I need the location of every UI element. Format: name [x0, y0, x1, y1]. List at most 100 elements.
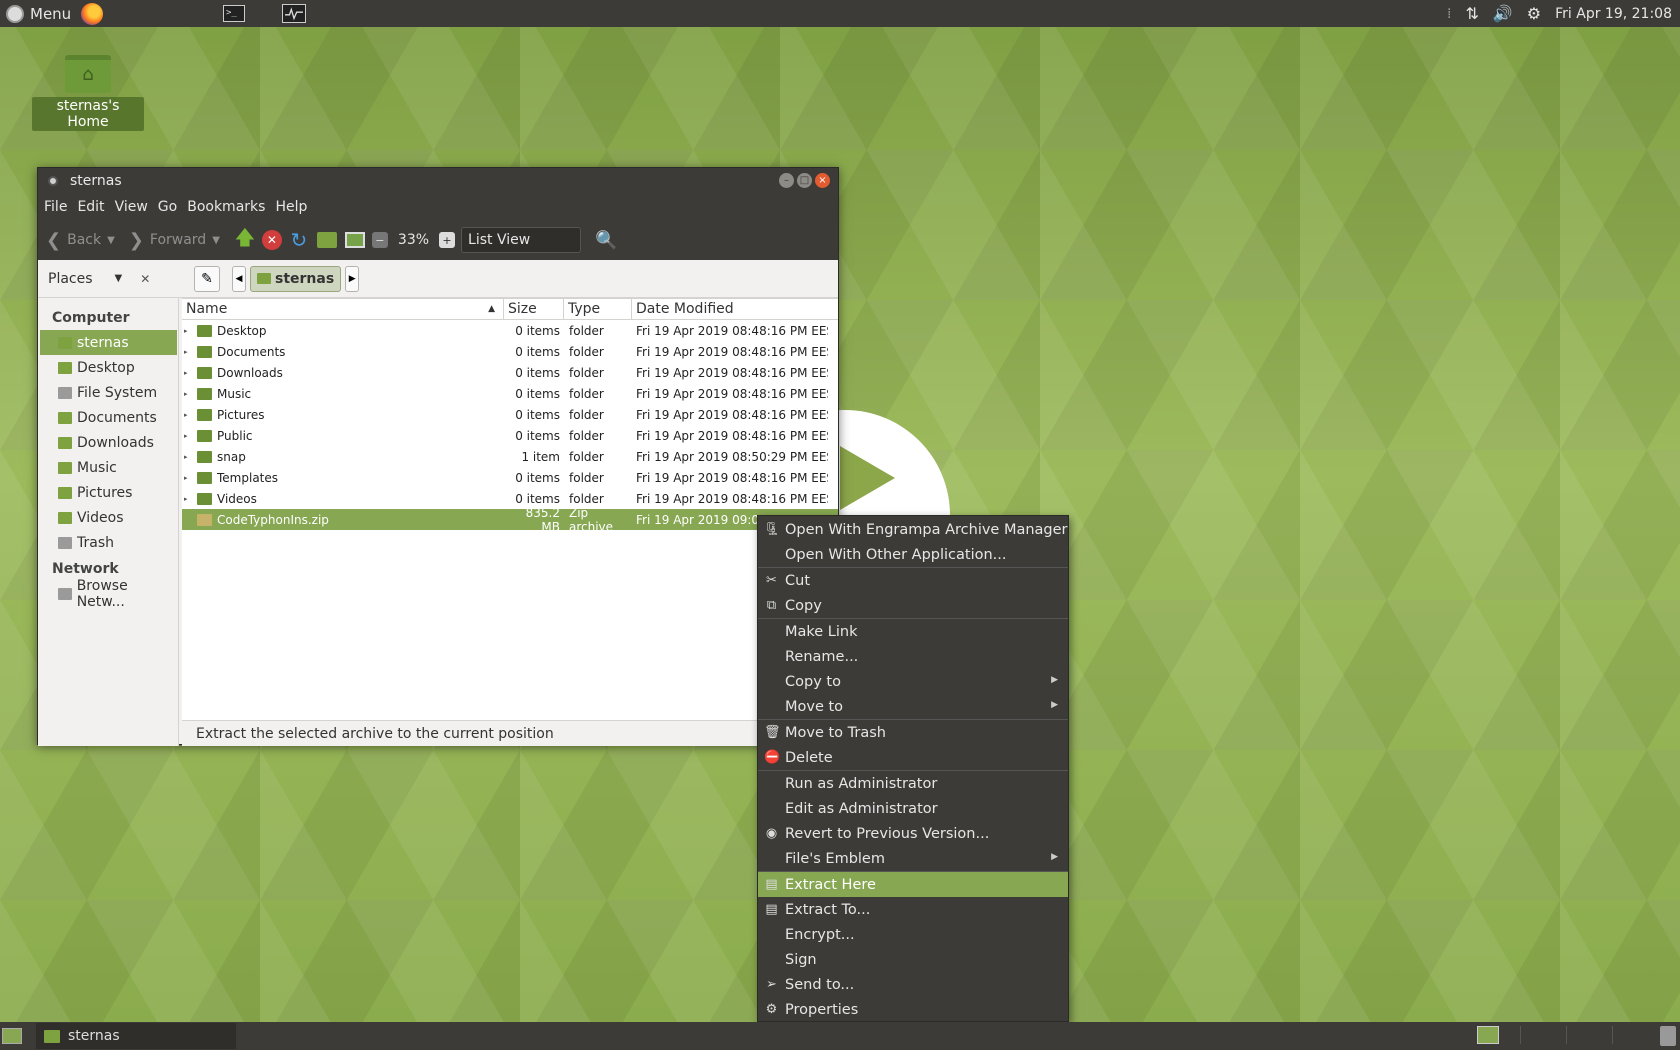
maximize-button[interactable]: □ [797, 173, 812, 188]
file-date: Fri 19 Apr 2019 08:48:16 PM EEST [636, 323, 828, 338]
computer-button[interactable] [344, 229, 366, 251]
context-menu-item-extract-here[interactable]: ▤ Extract Here [758, 872, 1068, 897]
sidebar-item-documents[interactable]: Documents [38, 405, 178, 430]
expander-icon[interactable]: ▸ [184, 453, 192, 461]
context-menu-item-delete[interactable]: ⛔ Delete [758, 745, 1068, 770]
sidebar-item-filesystem[interactable]: File System [38, 380, 178, 405]
context-menu-item-open-with-engrampa-archive-manager[interactable]: 🗜 Open With Engrampa Archive Manager [758, 517, 1068, 542]
menu-bookmarks[interactable]: Bookmarks [187, 199, 273, 215]
context-menu-item-rename[interactable]: Rename... [758, 644, 1068, 669]
zoom-out-icon[interactable]: − [371, 232, 388, 248]
table-row[interactable]: ▸ snap 1 item folder Fri 19 Apr 2019 08:50:2… [182, 446, 838, 467]
expander-icon[interactable]: ▸ [184, 390, 192, 398]
menu-edit[interactable]: Edit [77, 199, 112, 215]
edit-location-button[interactable]: ✎ [194, 265, 220, 292]
view-mode-select[interactable]: List View [461, 227, 582, 253]
context-menu-item-open-with-other-application[interactable]: Open With Other Application... [758, 542, 1068, 567]
context-menu-item-make-link[interactable]: Make Link [758, 619, 1068, 644]
expander-icon[interactable]: ▸ [184, 432, 192, 440]
context-menu-item-edit-as-administrator[interactable]: Edit as Administrator [758, 796, 1068, 821]
context-menu-item-extract-to[interactable]: ▤ Extract To... [758, 897, 1068, 922]
expander-icon[interactable]: ▸ [184, 411, 192, 419]
home-folder-icon [65, 55, 111, 93]
expander-icon[interactable]: ▸ [184, 327, 192, 335]
context-menu-item-properties[interactable]: ⚙ Properties [758, 997, 1068, 1022]
volume-icon[interactable]: 🔊 [1493, 4, 1513, 23]
breadcrumb[interactable]: sternas [250, 265, 342, 292]
table-row[interactable]: ▸ Templates 0 items folder Fri 19 Apr 2019 0… [182, 467, 838, 488]
context-menu-item-copy[interactable]: ⧉ Copy [758, 593, 1068, 618]
terminal-icon[interactable]: >_ [223, 5, 245, 22]
zoom-in-icon[interactable]: + [439, 232, 456, 248]
path-right-button[interactable]: ▶ [345, 265, 360, 292]
context-menu-item-revert-to-previous-version[interactable]: ◉ Revert to Previous Version... [758, 821, 1068, 846]
table-row[interactable]: ▸ Desktop 0 items folder Fri 19 Apr 2019 08:… [182, 320, 838, 341]
forward-history-dropdown[interactable]: ▼ [212, 235, 220, 246]
table-row[interactable]: ▸ Pictures 0 items folder Fri 19 Apr 2019 08… [182, 404, 838, 425]
context-menu-item-run-as-administrator[interactable]: Run as Administrator [758, 771, 1068, 796]
workspace-4[interactable] [1612, 1026, 1658, 1044]
clock[interactable]: Fri Apr 19, 21:08 [1555, 6, 1672, 22]
column-size[interactable]: Size [504, 299, 564, 319]
expander-icon[interactable]: ▸ [184, 369, 192, 377]
context-menu-item-copy-to[interactable]: Copy to ▶ [758, 669, 1068, 694]
context-menu-item-move-to-trash[interactable]: 🗑 Move to Trash [758, 720, 1068, 745]
context-menu-item-sign[interactable]: Sign [758, 947, 1068, 972]
table-row[interactable]: CodeTyphonIns.zip 835.2 MB Zip archive Fri … [182, 506, 838, 534]
table-row[interactable]: ▸ Music 0 items folder Fri 19 Apr 2019 08:48… [182, 383, 838, 404]
context-menu-item-move-to[interactable]: Move to ▶ [758, 694, 1068, 719]
sidebar-item-desktop[interactable]: Desktop [38, 355, 178, 380]
sidebar-item-pictures[interactable]: Pictures [38, 480, 178, 505]
table-row[interactable]: ▸ Documents 0 items folder Fri 19 Apr 2019 0… [182, 341, 838, 362]
search-icon[interactable]: 🔍 [595, 230, 617, 251]
context-menu-item-cut[interactable]: ✂ Cut [758, 568, 1068, 593]
firefox-icon[interactable] [81, 2, 104, 25]
table-row[interactable]: ▸ Downloads 0 items folder Fri 19 Apr 2019 0… [182, 362, 838, 383]
window-titlebar[interactable]: sternas – □ × [38, 168, 838, 194]
column-date[interactable]: Date Modified [632, 299, 828, 319]
menu-view[interactable]: View [115, 199, 156, 215]
workspace-2[interactable] [1520, 1026, 1566, 1044]
back-history-dropdown[interactable]: ▼ [107, 235, 115, 246]
home-button[interactable] [316, 229, 338, 251]
sidebar-item-videos[interactable]: Videos [38, 505, 178, 530]
system-monitor-icon[interactable] [282, 4, 306, 23]
menu-help[interactable]: Help [275, 199, 315, 215]
table-row[interactable]: ▸ Public 0 items folder Fri 19 Apr 2019 08:4… [182, 425, 838, 446]
sidebar-item-home[interactable]: sternas [40, 330, 177, 355]
context-menu-item-send-to[interactable]: ➢ Send to... [758, 972, 1068, 997]
context-menu-item-encrypt[interactable]: Encrypt... [758, 922, 1068, 947]
close-sidebar-icon[interactable]: ✕ [140, 272, 150, 286]
sidebar-item-downloads[interactable]: Downloads [38, 430, 178, 455]
menu-go[interactable]: Go [158, 199, 185, 215]
column-name[interactable]: Name ▲ [182, 299, 504, 319]
context-menu-item-file-s-emblem[interactable]: File's Emblem ▶ [758, 846, 1068, 871]
sidebar-item-music[interactable]: Music [38, 455, 178, 480]
path-left-button[interactable]: ◀ [232, 265, 246, 292]
trash-applet-icon[interactable] [1660, 1026, 1676, 1046]
column-type[interactable]: Type [564, 299, 632, 319]
forward-button[interactable]: ❯ Forward [129, 230, 206, 251]
expander-icon[interactable]: ▸ [184, 495, 192, 503]
menu-file[interactable]: File [44, 199, 75, 215]
show-desktop-button[interactable] [2, 1028, 22, 1044]
desktop-home-icon[interactable]: sternas's Home [32, 55, 144, 131]
expander-icon[interactable]: ▸ [184, 348, 192, 356]
stop-icon[interactable]: ✕ [261, 230, 282, 250]
settings-icon[interactable]: ⚙ [1527, 4, 1541, 23]
up-arrow-icon[interactable]: 🡅 [234, 225, 256, 251]
minimize-button[interactable]: – [779, 173, 794, 188]
workspace-3[interactable] [1566, 1026, 1612, 1044]
reload-icon[interactable]: ↻ [288, 228, 310, 252]
sidebar-item-trash[interactable]: Trash [38, 530, 178, 555]
menu-button[interactable]: Menu [0, 0, 71, 27]
back-button[interactable]: ❮ Back [46, 230, 101, 251]
close-button[interactable]: × [815, 173, 830, 188]
expander-icon[interactable]: ▸ [184, 474, 192, 482]
network-icon[interactable]: ⇅ [1465, 4, 1478, 23]
taskbar-item-sternas[interactable]: sternas [36, 1023, 236, 1049]
sidebar-item-browse-network[interactable]: Browse Netw... [38, 578, 178, 610]
places-dropdown-icon[interactable]: ▼ [115, 273, 123, 284]
window-menu-icon[interactable] [48, 176, 58, 186]
workspace-1[interactable] [1477, 1026, 1499, 1044]
